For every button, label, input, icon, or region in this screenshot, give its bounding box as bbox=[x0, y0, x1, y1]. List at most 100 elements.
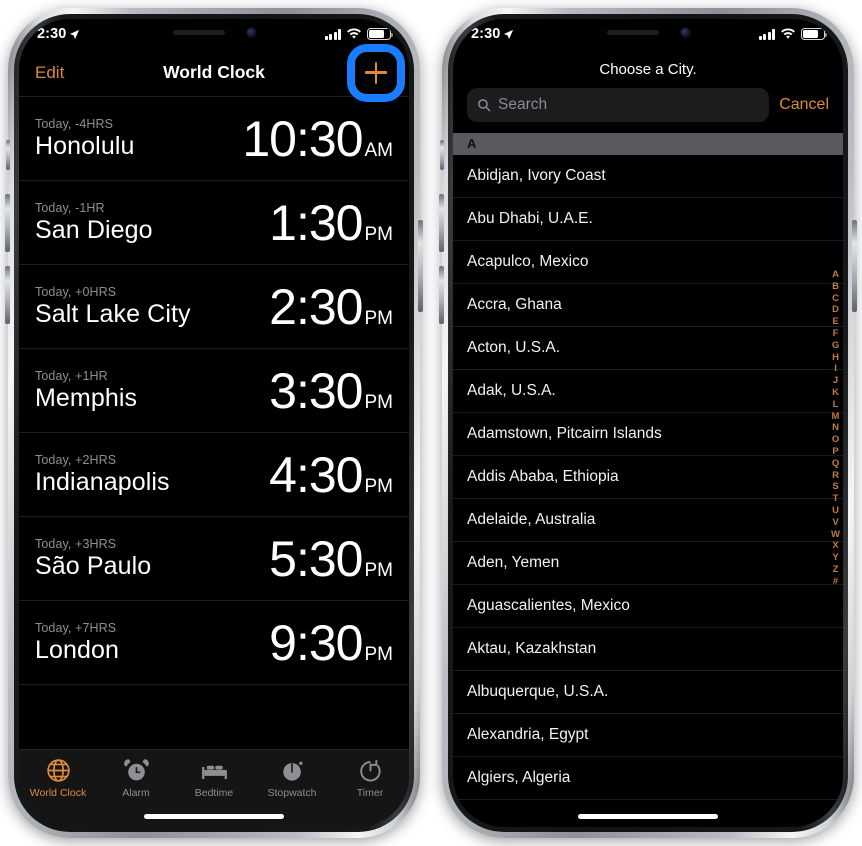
section-header: A bbox=[453, 133, 843, 155]
power-button[interactable] bbox=[852, 220, 857, 312]
clock-city: Indianapolis bbox=[35, 467, 170, 496]
alphabet-index[interactable]: A B C D E F G H I J K L M N O P Q R S T … bbox=[831, 269, 840, 588]
tab-label: World Clock bbox=[29, 787, 87, 799]
clock-row[interactable]: Today, -4HRS Honolulu 10:30 AM bbox=[19, 97, 409, 181]
clock-row[interactable]: Today, +7HRS London 9:30 PM bbox=[19, 601, 409, 685]
alpha-index-letter[interactable]: K bbox=[832, 387, 839, 399]
alpha-index-letter[interactable]: P bbox=[832, 446, 838, 458]
list-item[interactable]: Aktau, Kazakhstan bbox=[453, 628, 843, 671]
earpiece-speaker-icon bbox=[606, 30, 659, 35]
clock-time: 9:30 PM bbox=[269, 618, 393, 668]
clock-time: 3:30 PM bbox=[269, 366, 393, 416]
clock-row[interactable]: Today, +2HRS Indianapolis 4:30 PM bbox=[19, 433, 409, 517]
battery-icon bbox=[801, 28, 828, 40]
power-button[interactable] bbox=[418, 220, 423, 312]
phone-bezel: 2:30 Edit World Clock Today, -4HRS Honol… bbox=[14, 14, 414, 832]
alpha-index-letter[interactable]: R bbox=[832, 470, 839, 482]
alpha-index-letter[interactable]: Y bbox=[832, 552, 838, 564]
clock-hour-minute: 5:30 bbox=[269, 530, 363, 587]
clock-city: San Diego bbox=[35, 215, 153, 244]
clock-period: PM bbox=[364, 307, 394, 329]
alpha-index-letter[interactable]: T bbox=[833, 493, 839, 505]
choose-city-title: Choose a City. bbox=[599, 61, 697, 78]
list-item[interactable]: Addis Ababa, Ethiopia bbox=[453, 456, 843, 499]
search-placeholder: Search bbox=[498, 96, 548, 113]
list-item[interactable]: Abidjan, Ivory Coast bbox=[453, 155, 843, 198]
clock-row[interactable]: Today, +0HRS Salt Lake City 2:30 PM bbox=[19, 265, 409, 349]
alpha-index-letter[interactable]: M bbox=[832, 411, 840, 423]
notch bbox=[562, 19, 734, 46]
alpha-index-letter[interactable]: B bbox=[832, 281, 839, 293]
clock-info: Today, +2HRS Indianapolis bbox=[35, 453, 269, 497]
alpha-index-letter[interactable]: S bbox=[832, 481, 838, 493]
alpha-index-letter[interactable]: A bbox=[832, 269, 839, 281]
alpha-index-letter[interactable]: I bbox=[834, 363, 837, 375]
mute-switch[interactable] bbox=[6, 140, 10, 170]
list-item[interactable]: Acapulco, Mexico bbox=[453, 241, 843, 284]
home-indicator[interactable] bbox=[578, 814, 718, 819]
edit-button[interactable]: Edit bbox=[35, 63, 64, 83]
alpha-index-letter[interactable]: X bbox=[832, 540, 838, 552]
list-item[interactable]: Accra, Ghana bbox=[453, 284, 843, 327]
bed-icon bbox=[201, 765, 227, 780]
list-item[interactable]: Aguascalientes, Mexico bbox=[453, 585, 843, 628]
alpha-index-letter[interactable]: # bbox=[833, 576, 838, 588]
volume-up-button[interactable] bbox=[439, 194, 444, 252]
tab-timer[interactable]: Timer bbox=[331, 757, 409, 799]
alpha-index-letter[interactable]: Z bbox=[833, 564, 839, 576]
alpha-index-letter[interactable]: U bbox=[832, 505, 839, 517]
clock-row[interactable]: Today, -1HR San Diego 1:30 PM bbox=[19, 181, 409, 265]
alpha-index-letter[interactable]: L bbox=[833, 399, 839, 411]
clock-city: Salt Lake City bbox=[35, 299, 191, 328]
list-item[interactable]: Albuquerque, U.S.A. bbox=[453, 671, 843, 714]
alpha-index-letter[interactable]: E bbox=[832, 316, 838, 328]
clock-row[interactable]: Today, +3HRS São Paulo 5:30 PM bbox=[19, 517, 409, 601]
tab-alarm[interactable]: Alarm bbox=[97, 757, 175, 799]
list-item[interactable]: Alexandria, Egypt bbox=[453, 714, 843, 757]
alpha-index-letter[interactable]: C bbox=[832, 293, 839, 305]
alpha-index-letter[interactable]: J bbox=[833, 375, 838, 387]
volume-down-button[interactable] bbox=[5, 266, 10, 324]
clock-city: London bbox=[35, 635, 120, 664]
screen-world-clock: 2:30 Edit World Clock Today, -4HRS Honol… bbox=[19, 19, 409, 827]
alpha-index-letter[interactable]: W bbox=[831, 529, 840, 541]
alpha-index-letter[interactable]: G bbox=[832, 340, 839, 352]
iphone-world-clock: 2:30 Edit World Clock Today, -4HRS Honol… bbox=[5, 8, 423, 838]
volume-down-button[interactable] bbox=[439, 266, 444, 324]
list-item[interactable]: Algiers, Algeria bbox=[453, 757, 843, 800]
alpha-index-letter[interactable]: Q bbox=[832, 458, 839, 470]
clock-city: São Paulo bbox=[35, 551, 152, 580]
clock-hour-minute: 4:30 bbox=[269, 446, 363, 503]
clock-offset: Today, -4HRS bbox=[35, 116, 114, 131]
tab-bedtime[interactable]: Bedtime bbox=[175, 757, 253, 799]
list-item[interactable]: Adamstown, Pitcairn Islands bbox=[453, 413, 843, 456]
search-input[interactable]: Search bbox=[467, 88, 770, 122]
alpha-index-letter[interactable]: F bbox=[833, 328, 839, 340]
list-item[interactable]: Adelaide, Australia bbox=[453, 499, 843, 542]
list-item[interactable]: Adak, U.S.A. bbox=[453, 370, 843, 413]
tab-world-clock[interactable]: World Clock bbox=[19, 757, 97, 799]
list-item[interactable]: Acton, U.S.A. bbox=[453, 327, 843, 370]
tab-stopwatch[interactable]: Stopwatch bbox=[253, 757, 331, 799]
clock-info: Today, +7HRS London bbox=[35, 621, 269, 665]
clock-info: Today, +0HRS Salt Lake City bbox=[35, 285, 269, 329]
alpha-index-letter[interactable]: N bbox=[832, 422, 839, 434]
tab-label: Timer bbox=[356, 787, 384, 799]
iphone-choose-city: 2:30 Choose a City. Search Cancel A Abid… bbox=[439, 8, 857, 838]
add-clock-button[interactable] bbox=[347, 43, 405, 102]
alpha-index-letter[interactable]: H bbox=[832, 352, 839, 364]
alpha-index-letter[interactable]: V bbox=[832, 517, 838, 529]
clock-info: Today, +1HR Memphis bbox=[35, 369, 269, 413]
clock-row[interactable]: Today, +1HR Memphis 3:30 PM bbox=[19, 349, 409, 433]
list-item[interactable]: Abu Dhabi, U.A.E. bbox=[453, 198, 843, 241]
alpha-index-letter[interactable]: D bbox=[832, 304, 839, 316]
list-item[interactable]: Aden, Yemen bbox=[453, 542, 843, 585]
mute-switch[interactable] bbox=[440, 140, 444, 170]
cancel-button[interactable]: Cancel bbox=[779, 96, 829, 114]
cellular-bars-icon bbox=[324, 28, 341, 40]
home-indicator[interactable] bbox=[144, 814, 284, 819]
battery-icon bbox=[367, 28, 394, 40]
volume-up-button[interactable] bbox=[5, 194, 10, 252]
alpha-index-letter[interactable]: O bbox=[832, 434, 839, 446]
clock-offset: Today, -1HR bbox=[35, 200, 105, 215]
